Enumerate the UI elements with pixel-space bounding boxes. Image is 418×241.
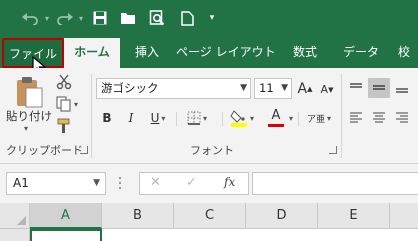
row-header[interactable] — [0, 229, 30, 241]
column-header[interactable]: A — [30, 203, 102, 229]
group-divider — [91, 74, 92, 158]
title-bar: ▾ ▾ ▾ — [0, 0, 418, 38]
print-preview-icon[interactable] — [146, 9, 168, 27]
font-group-label: フォント — [190, 144, 234, 157]
fill-color-icon — [230, 110, 247, 127]
group-divider — [341, 74, 342, 158]
italic-button[interactable]: I — [122, 108, 140, 128]
customize-qat-icon[interactable]: ▾ — [206, 9, 218, 27]
underline-button[interactable]: U ▾ — [144, 108, 172, 128]
bottom-align-icon[interactable] — [392, 78, 412, 98]
active-cell[interactable] — [30, 229, 102, 241]
redo-dropdown-icon[interactable]: ▾ — [76, 9, 86, 27]
font-name-value: 游ゴシック — [101, 81, 159, 95]
copy-icon[interactable]: ▾ — [54, 94, 80, 114]
underline-label: U — [150, 111, 160, 125]
save-icon[interactable] — [90, 9, 110, 27]
formula-buttons: ✕ ✓ fx — [139, 172, 249, 195]
select-all-button[interactable] — [0, 203, 30, 229]
align-right-icon[interactable] — [392, 108, 412, 128]
formula-input[interactable] — [252, 172, 418, 195]
paste-button[interactable]: 貼り付け ▾ — [6, 70, 52, 136]
cut-icon[interactable] — [54, 72, 74, 92]
font-size-combo[interactable]: 11 ▼ — [254, 78, 292, 99]
ribbon-tabs: ファイル ホーム 挿入 ページ レイアウト 数式 データ 校 — [0, 38, 418, 68]
group-divider — [222, 112, 223, 126]
top-align-icon[interactable] — [346, 78, 366, 98]
group-divider — [298, 112, 299, 126]
resize-handle[interactable] — [119, 177, 122, 191]
fill-color-button[interactable]: ▾ — [228, 106, 256, 130]
undo-icon[interactable] — [18, 9, 42, 27]
name-box-value: A1 — [13, 176, 29, 190]
paste-icon — [17, 77, 43, 108]
insert-function-icon[interactable]: fx — [224, 175, 235, 189]
font-color-swatch — [268, 124, 284, 127]
open-folder-icon[interactable] — [117, 9, 139, 27]
cancel-icon[interactable]: ✕ — [150, 175, 161, 190]
column-header[interactable]: C — [174, 203, 246, 229]
enter-icon[interactable]: ✓ — [186, 175, 197, 190]
borders-button[interactable]: ▾ — [182, 108, 212, 128]
font-color-label: A — [271, 108, 281, 123]
grow-font-button[interactable]: A ▲ — [296, 78, 314, 99]
chevron-down-icon: ▼ — [281, 83, 288, 93]
align-center-icon[interactable] — [368, 108, 390, 128]
redo-icon[interactable] — [54, 9, 76, 27]
excel-window: ▾ ▾ ▾ ファイル ホーム 挿入 ページ レイアウト 数式 データ 校 貼り付… — [0, 0, 418, 241]
phonetic-label: ア亜 — [306, 114, 325, 125]
borders-icon — [187, 111, 201, 125]
tab-review[interactable]: 校 — [398, 38, 418, 68]
tab-insert[interactable]: 挿入 — [122, 38, 172, 68]
group-divider — [176, 112, 177, 126]
column-header[interactable]: D — [246, 203, 318, 229]
phonetic-guide-button[interactable]: ア亜 ▾ — [304, 106, 334, 130]
undo-dropdown-icon[interactable]: ▾ — [42, 9, 52, 27]
font-name-combo[interactable]: 游ゴシック ▼ — [96, 78, 251, 99]
middle-align-icon[interactable] — [368, 78, 390, 98]
font-size-value: 11 — [259, 81, 274, 95]
paste-dropdown-icon: ▾ — [24, 124, 29, 133]
column-header-partial[interactable] — [390, 203, 418, 229]
bold-button[interactable]: B — [98, 108, 116, 128]
clipboard-launcher-icon[interactable] — [80, 146, 88, 154]
font-launcher-icon[interactable] — [329, 146, 337, 154]
new-document-icon[interactable] — [177, 9, 197, 27]
column-header[interactable]: E — [318, 203, 390, 229]
chevron-down-icon: ▾ — [289, 114, 294, 123]
tab-data[interactable]: データ — [336, 38, 386, 68]
column-header[interactable]: B — [102, 203, 174, 229]
tab-page-layout[interactable]: ページ レイアウト — [176, 38, 276, 68]
paste-label: 貼り付け — [6, 109, 52, 123]
worksheet-grid[interactable]: A B C D E — [0, 203, 418, 241]
name-box[interactable]: A1 ▼ — [6, 172, 106, 195]
align-left-icon[interactable] — [346, 108, 366, 128]
grow-font-label: A — [297, 80, 308, 97]
shrink-font-label: A — [320, 83, 329, 96]
shrink-font-button[interactable]: A ▼ — [318, 80, 336, 99]
font-color-button[interactable]: A — [262, 106, 290, 130]
ribbon-home: 貼り付け ▾ ▾ クリップボード 游ゴシック ▼ 11 ▼ A ▲ A ▼ B … — [0, 68, 418, 164]
clipboard-group-label: クリップボード — [6, 144, 83, 157]
format-painter-icon[interactable] — [54, 116, 74, 136]
tab-home[interactable]: ホーム — [64, 38, 120, 68]
tab-formulas[interactable]: 数式 — [282, 38, 328, 68]
formula-bar: A1 ▼ ✕ ✓ fx — [0, 165, 418, 203]
chevron-down-icon: ▼ — [93, 178, 100, 188]
chevron-down-icon: ▼ — [240, 83, 247, 93]
